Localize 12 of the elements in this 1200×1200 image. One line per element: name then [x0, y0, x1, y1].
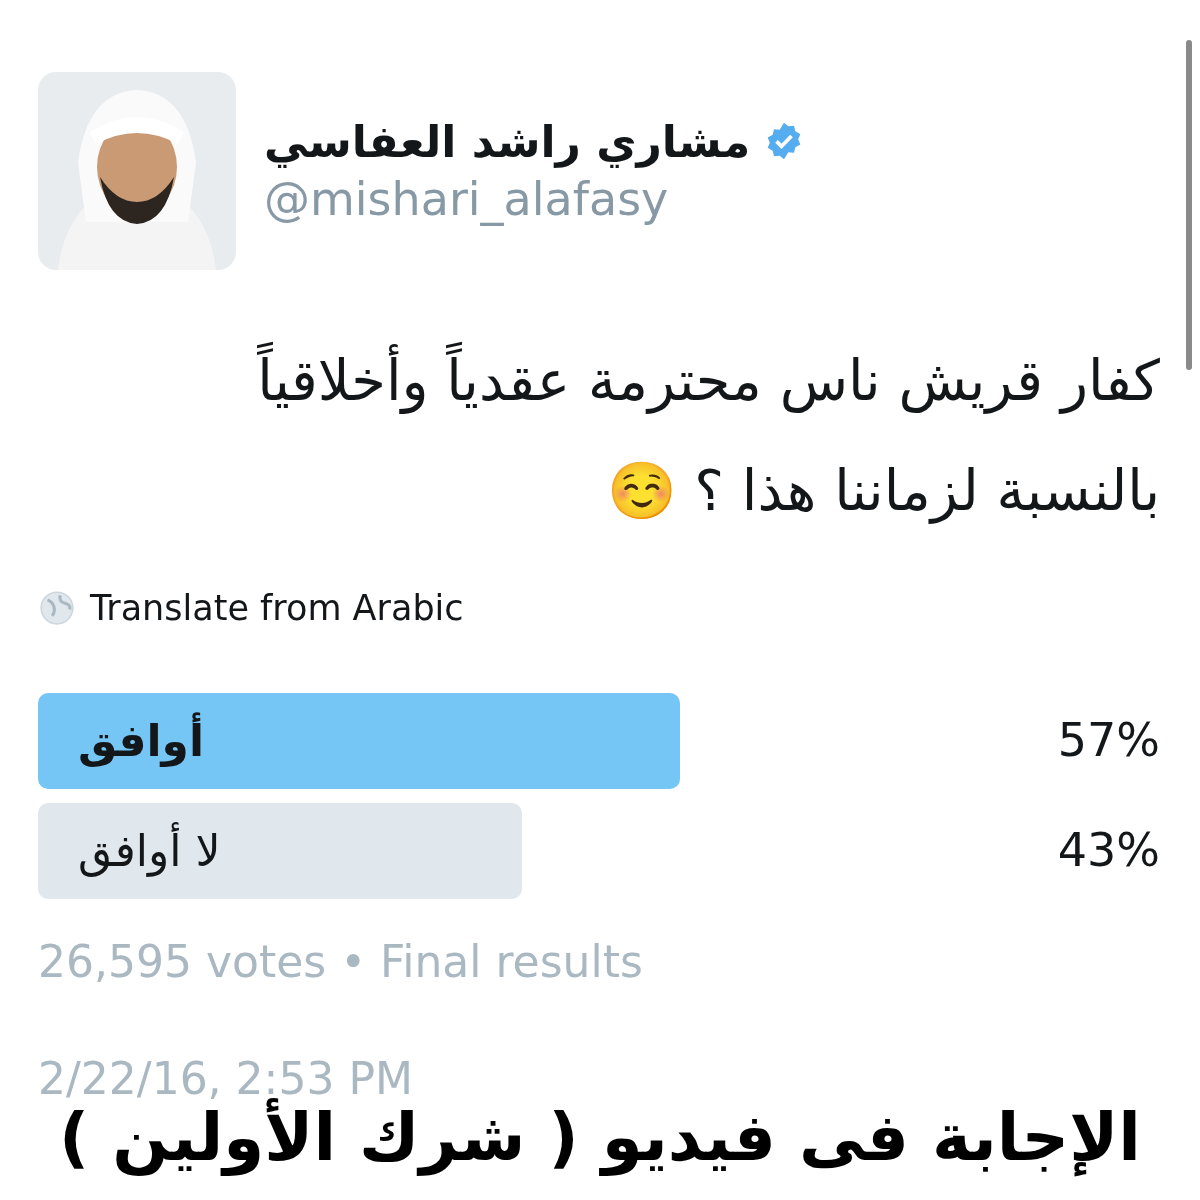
author-name: مشاري راشد العفاسي: [264, 114, 751, 169]
poll-option: أوافق: [38, 692, 680, 789]
globe-icon: [38, 589, 76, 628]
tweet-text: بالنسبة لزماننا هذا ؟ ☺: [605, 457, 1160, 526]
caption-text: الإجابة فى فيديو ( شرك الأولين ): [59, 1098, 1141, 1179]
poll-percent: 57%: [1057, 712, 1160, 769]
tweet-text: كفار قريش ناس محترمة عقدياً وأخلاقياً: [38, 326, 1160, 436]
translate-link[interactable]: Translate from Arabic: [90, 582, 464, 635]
poll-percent: 43%: [1057, 822, 1160, 879]
poll-option: لا أوافق: [38, 802, 523, 899]
scrollbar[interactable]: [1186, 40, 1192, 370]
poll-summary: 26,595 votes • Final results: [38, 934, 644, 989]
